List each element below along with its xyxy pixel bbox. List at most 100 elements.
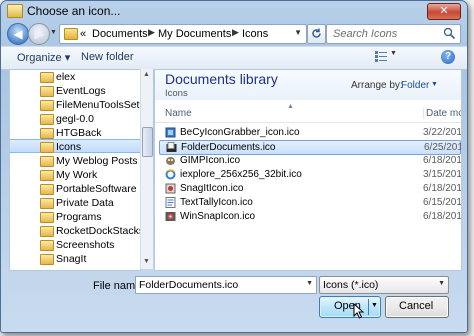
tree-item-label: Private Data (56, 197, 114, 209)
tree-item-label: elex (56, 71, 76, 83)
library-subtitle: Icons (165, 88, 188, 99)
views-icon[interactable] (375, 51, 387, 62)
scroll-down-arrow[interactable]: ▼ (143, 258, 150, 265)
folder-icon (40, 86, 54, 97)
folder-icon (40, 142, 54, 153)
cancel-button-label: Cancel (399, 300, 434, 312)
breadcrumb-separator[interactable]: ▶ (232, 27, 239, 38)
refresh-button[interactable] (307, 24, 326, 44)
file-row[interactable]: FolderDocuments.ico 6/25/2012 (159, 140, 461, 155)
breadcrumb-icons[interactable]: Icons (242, 28, 268, 40)
tree-item-elex[interactable]: elex (10, 70, 140, 84)
tree-item-label: EventLogs (56, 85, 106, 97)
breadcrumb-my-documents[interactable]: My Documents (158, 28, 231, 40)
tree-item-my-weblog-posts[interactable]: My Weblog Posts (10, 154, 140, 168)
file-type-select[interactable]: Icons (*.ico) ▼ (319, 276, 449, 294)
file-date: 6/25/2012 (424, 142, 461, 153)
title-bar: Choose an icon... ✕ (1, 1, 467, 21)
search-input[interactable]: Search Icons (326, 24, 461, 44)
tree-item-portablesoftware[interactable]: PortableSoftware (10, 182, 140, 196)
tree-item-rocketdockstacksfolder[interactable]: RocketDockStacksFolde (10, 224, 140, 238)
folder-icon (40, 100, 54, 111)
tree-item-htgback[interactable]: HTGBack (10, 126, 140, 140)
back-button[interactable]: ◀ (7, 23, 29, 45)
file-row[interactable]: GIMPIcon.ico 6/18/2012 (159, 154, 462, 168)
address-bar[interactable]: « Documents ▶ My Documents ▶ Icons ▼ (59, 24, 307, 44)
tree-item-filemenutoolssettings[interactable]: FileMenuToolsSettings (10, 98, 140, 112)
column-header-date[interactable]: Date mod (423, 108, 461, 119)
scroll-thumb[interactable] (142, 127, 153, 157)
folder-icon (40, 212, 54, 223)
split-divider (368, 299, 369, 315)
file-name: FolderDocuments.ico (181, 142, 276, 153)
tree-item-screenshots[interactable]: Screenshots (10, 238, 140, 252)
tree-item-label: My Weblog Posts (56, 155, 138, 167)
column-header-name[interactable]: Name (165, 108, 192, 119)
forward-button[interactable]: ▶ (28, 23, 50, 45)
folder-icon (40, 72, 54, 83)
tree-item-label: HTGBack (56, 127, 102, 139)
command-bar: Organize ▾ New folder ▼ ? (1, 46, 467, 70)
folder-icon (64, 28, 78, 40)
tree-item-label: gegl-0.0 (56, 113, 94, 125)
tree-item-label: Screenshots (56, 239, 115, 251)
open-options-dropdown[interactable]: ▼ (371, 302, 378, 309)
tree-item-eventlogs[interactable]: EventLogs (10, 84, 140, 98)
breadcrumb-documents[interactable]: Documents (92, 28, 148, 40)
file-row[interactable]: iexplore_256x256_32bit.ico 3/15/2012 (159, 168, 462, 182)
open-button[interactable]: Open ▼ (319, 296, 381, 318)
help-icon[interactable]: ? (441, 50, 455, 64)
tree-item-label: FileMenuToolsSettings (56, 99, 140, 111)
views-dropdown[interactable]: ▼ (390, 50, 397, 57)
tree-item-label: Icons (56, 141, 82, 153)
file-name: GIMPIcon.ico (180, 155, 241, 166)
file-row[interactable]: WinSnapIcon.ico 6/18/2012 (159, 210, 462, 224)
tree-item-label: My Work (56, 169, 98, 181)
folder-documents-icon (166, 142, 177, 152)
file-date: 3/15/2012 (423, 169, 462, 180)
file-date: 6/18/2012 (423, 211, 462, 222)
folder-icon (7, 4, 23, 18)
navigation-scrollbar[interactable]: ▲ ▼ (140, 69, 153, 269)
folder-icon (40, 240, 54, 251)
chevron-down-icon[interactable]: ▼ (438, 280, 445, 287)
address-row: ◀ ▶ ▼ « Documents ▶ My Documents ▶ Icons… (1, 23, 467, 45)
file-type-value: Icons (*.ico) (323, 279, 379, 291)
arrange-by-dropdown[interactable]: Folder (401, 80, 429, 91)
tree-item-icons[interactable]: Icons (10, 139, 140, 153)
file-name-value: FolderDocuments.ico (139, 279, 239, 291)
file-row[interactable]: SnagItIcon.ico 6/18/2012 (159, 182, 461, 196)
recent-pages-dropdown[interactable]: ▼ (50, 29, 57, 36)
tree-item-snagit[interactable]: SnagIt (10, 252, 140, 266)
file-name: TextTallyIcon.ico (180, 197, 253, 208)
new-folder-button[interactable]: New folder (81, 51, 134, 63)
column-headers: Name ▲ Date mod (155, 103, 461, 123)
breadcrumb-separator[interactable]: ▶ (148, 27, 155, 38)
navigation-pane: elex EventLogs FileMenuToolsSettings geg… (9, 69, 141, 271)
search-icon[interactable] (443, 27, 456, 40)
file-name: iexplore_256x256_32bit.ico (180, 169, 302, 180)
cancel-button[interactable]: Cancel (385, 296, 449, 318)
file-name: WinSnapIcon.ico (180, 211, 256, 222)
breadcrumb-overflow[interactable]: « (80, 28, 86, 40)
close-button[interactable]: ✕ (427, 3, 461, 20)
tree-item-label: RocketDockStacksFolde (56, 225, 140, 237)
tree-item-my-work[interactable]: My Work (10, 168, 140, 182)
folder-icon (40, 156, 54, 167)
file-date: 6/18/2012 (423, 155, 462, 166)
file-row[interactable]: BeCyIconGrabber_icon.ico 3/22/2012 (159, 126, 461, 140)
mouse-pointer-icon (353, 303, 365, 319)
organize-menu[interactable]: Organize ▾ (17, 51, 70, 64)
scroll-up-arrow[interactable]: ▲ (143, 71, 150, 78)
chevron-down-icon[interactable]: ▼ (306, 280, 313, 287)
library-title: Documents library (165, 71, 278, 87)
file-name-input[interactable]: FolderDocuments.ico ▼ (135, 276, 317, 294)
file-name: BeCyIconGrabber_icon.ico (180, 127, 300, 138)
file-date: 6/15/2012 (423, 197, 462, 208)
tree-item-private-data[interactable]: Private Data (10, 196, 140, 210)
chevron-down-icon[interactable]: ▼ (431, 81, 438, 88)
tree-item-gegl[interactable]: gegl-0.0 (10, 112, 140, 126)
file-row[interactable]: TextTallyIcon.ico 6/15/2012 (159, 196, 462, 210)
address-dropdown[interactable]: ▼ (294, 28, 302, 37)
tree-item-programs[interactable]: Programs (10, 210, 140, 224)
